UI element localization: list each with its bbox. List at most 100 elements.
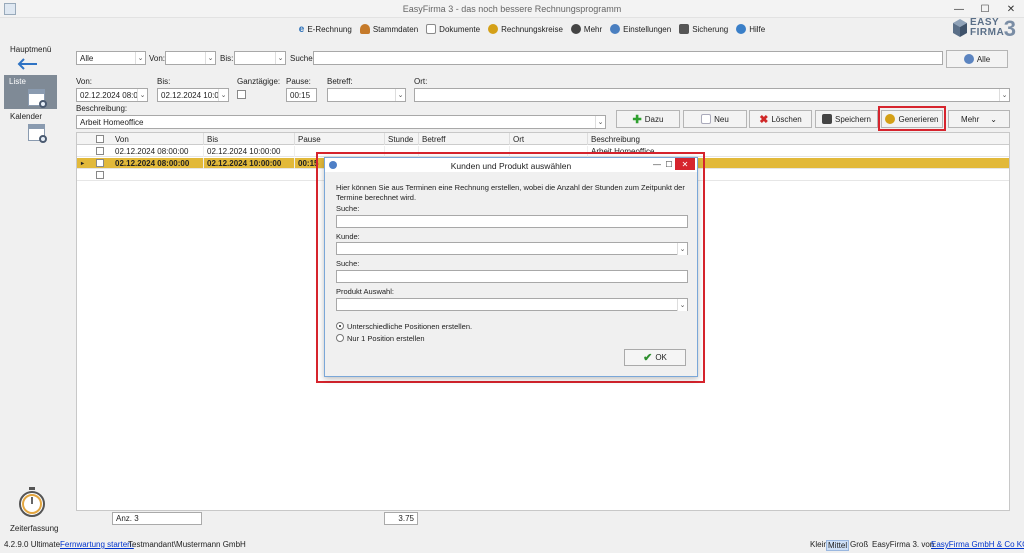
speichern-button[interactable]: Speichern	[815, 110, 878, 128]
column-header-bis[interactable]: Bis	[204, 133, 295, 145]
pause-input[interactable]: 00:15	[286, 88, 317, 102]
grid-header: Von Bis Pause Stunde Betreff Ort Beschre…	[77, 133, 1009, 145]
chevron-down-icon: ⌄	[990, 114, 997, 124]
help-icon	[736, 24, 747, 34]
column-header-betreff[interactable]: Betreff	[419, 133, 510, 145]
menu-item-label: Dokumente	[439, 24, 481, 34]
save-icon	[821, 114, 832, 124]
generieren-button[interactable]: Generieren	[881, 110, 943, 128]
back-arrow-icon[interactable]	[16, 58, 38, 70]
chevron-down-icon: ⌄	[595, 116, 605, 128]
moon-icon	[488, 24, 499, 34]
neu-button[interactable]: Neu	[683, 110, 747, 128]
customer-product-dialog: Kunden und Produkt auswählen — ☐ ✕ Hier …	[324, 157, 698, 377]
row-count-field: Anz. 3	[112, 512, 202, 525]
menu-item-stammdaten[interactable]: Stammdaten	[359, 24, 418, 34]
chevron-down-icon: ⌄	[137, 89, 147, 101]
select-all-checkbox[interactable]	[96, 135, 104, 143]
produkt-label: Produkt Auswahl:	[336, 287, 394, 296]
version-text: 4.2.9.0 Ultimate	[4, 540, 61, 549]
column-header-beschreibung[interactable]: Beschreibung	[588, 133, 1011, 145]
row-pointer-icon: ▸	[81, 161, 85, 167]
sidebar-item-liste[interactable]: Liste	[4, 75, 57, 109]
chevron-down-icon: ⌄	[275, 52, 285, 64]
column-header-von[interactable]: Von	[112, 133, 204, 145]
filter-alle-button[interactable]: Alle	[946, 50, 1008, 68]
dialog-close-button[interactable]: ✕	[675, 158, 695, 170]
bis-datetime-input[interactable]: 02.12.2024 10:00 ⌄	[157, 88, 229, 102]
menu-item-dokumente[interactable]: Dokumente	[426, 24, 480, 34]
plus-icon: ✚	[632, 113, 642, 126]
filter-search-input[interactable]	[313, 51, 943, 65]
menu-item-label: Sicherung	[692, 24, 729, 34]
suche1-input[interactable]	[336, 215, 688, 228]
menu-item-e-rechnung[interactable]: e E-Rechnung	[299, 24, 352, 35]
brand-prefix: EasyFirma 3. von	[872, 540, 935, 549]
suche2-label: Suche:	[336, 259, 360, 268]
chevron-down-icon: ⌄	[677, 243, 687, 255]
brand-link[interactable]: EasyFirma GmbH & Co KG	[931, 540, 1024, 549]
dialog-title-bar: Kunden und Produkt auswählen — ☐ ✕	[325, 158, 697, 172]
delete-x-icon: ✖	[759, 113, 769, 126]
size-gross-option[interactable]: Groß	[850, 540, 868, 549]
filter-suche-label: Suche:	[290, 54, 315, 63]
chevron-down-icon: ⌄	[205, 52, 215, 64]
menu-item-rechnungskreise[interactable]: Rechnungskreise	[488, 24, 563, 34]
menu-item-mehr[interactable]: Mehr	[570, 24, 602, 34]
menu-bar: e E-Rechnung Stammdaten Dokumente Rechnu…	[0, 19, 1024, 39]
chevron-down-icon: ⌄	[218, 89, 228, 101]
cube-logo-icon	[953, 19, 967, 37]
calendar-icon[interactable]	[28, 124, 47, 143]
ganztaegig-label: Ganztägige:	[237, 77, 281, 86]
kunde-select[interactable]: ⌄	[336, 242, 688, 255]
radio-multiple-positions-label[interactable]: Unterschiedliche Positionen erstellen.	[347, 322, 472, 331]
ort-select[interactable]: ⌄	[414, 88, 1010, 102]
menu-item-label: Hilfe	[749, 24, 766, 34]
beschreibung-select[interactable]: Arbeit Homeoffice ⌄	[76, 115, 606, 129]
ganztaegig-checkbox[interactable]	[237, 90, 246, 99]
radio-single-position[interactable]	[336, 334, 344, 342]
radio-multiple-positions[interactable]	[336, 322, 344, 330]
more-icon	[570, 24, 581, 34]
filter-bis-select[interactable]: ⌄	[234, 51, 286, 65]
row-checkbox[interactable]	[96, 171, 104, 179]
von-datetime-input[interactable]: 02.12.2024 08:00 ⌄	[76, 88, 148, 102]
menu-item-sicherung[interactable]: Sicherung	[679, 24, 728, 34]
loeschen-button[interactable]: ✖ Löschen	[749, 110, 812, 128]
hours-sum-field: 3.75	[384, 512, 418, 525]
bis-label: Bis:	[157, 77, 171, 86]
moon-icon	[885, 114, 896, 124]
column-header-pause[interactable]: Pause	[295, 133, 385, 145]
suche2-input[interactable]	[336, 270, 688, 283]
fernwartung-link[interactable]: Fernwartung starten.	[60, 540, 134, 549]
dialog-maximize-button[interactable]: ☐	[663, 158, 675, 170]
radio-single-position-label[interactable]: Nur 1 Position erstellen	[347, 334, 425, 343]
produkt-select[interactable]: ⌄	[336, 298, 688, 311]
sidebar-item-kalender[interactable]: Kalender	[10, 112, 42, 121]
menu-item-einstellungen[interactable]: Einstellungen	[610, 24, 671, 34]
sidebar-hauptmenu-label[interactable]: Hauptmenü	[10, 45, 51, 54]
new-document-icon	[701, 114, 712, 124]
betreff-select[interactable]: ⌄	[327, 88, 406, 102]
list-calendar-icon	[28, 89, 47, 108]
dialog-minimize-button[interactable]: —	[651, 158, 663, 170]
column-header-ort[interactable]: Ort	[510, 133, 588, 145]
row-checkbox[interactable]	[96, 147, 104, 155]
von-label: Von:	[76, 77, 93, 86]
scope-select[interactable]: Alle ⌄	[76, 51, 146, 65]
documents-icon	[426, 24, 437, 34]
sidebar-zeiterfassung-label[interactable]: Zeiterfassung	[10, 524, 58, 533]
beschreibung-label: Beschreibung:	[76, 104, 128, 113]
checkmark-icon: ✔	[643, 352, 653, 364]
mehr-button[interactable]: Mehr ⌄	[948, 110, 1010, 128]
filter-von-select[interactable]: ⌄	[165, 51, 216, 65]
ort-label: Ort:	[414, 77, 428, 86]
chevron-down-icon: ⌄	[999, 89, 1009, 101]
row-checkbox[interactable]	[96, 159, 104, 167]
menu-item-hilfe[interactable]: Hilfe	[736, 24, 765, 34]
size-mittel-option[interactable]: Mittel	[826, 540, 850, 551]
ok-button[interactable]: ✔ OK	[624, 349, 686, 366]
stopwatch-icon[interactable]	[18, 486, 46, 518]
column-header-stunde[interactable]: Stunde	[385, 133, 419, 145]
dazu-button[interactable]: ✚ Dazu	[616, 110, 680, 128]
